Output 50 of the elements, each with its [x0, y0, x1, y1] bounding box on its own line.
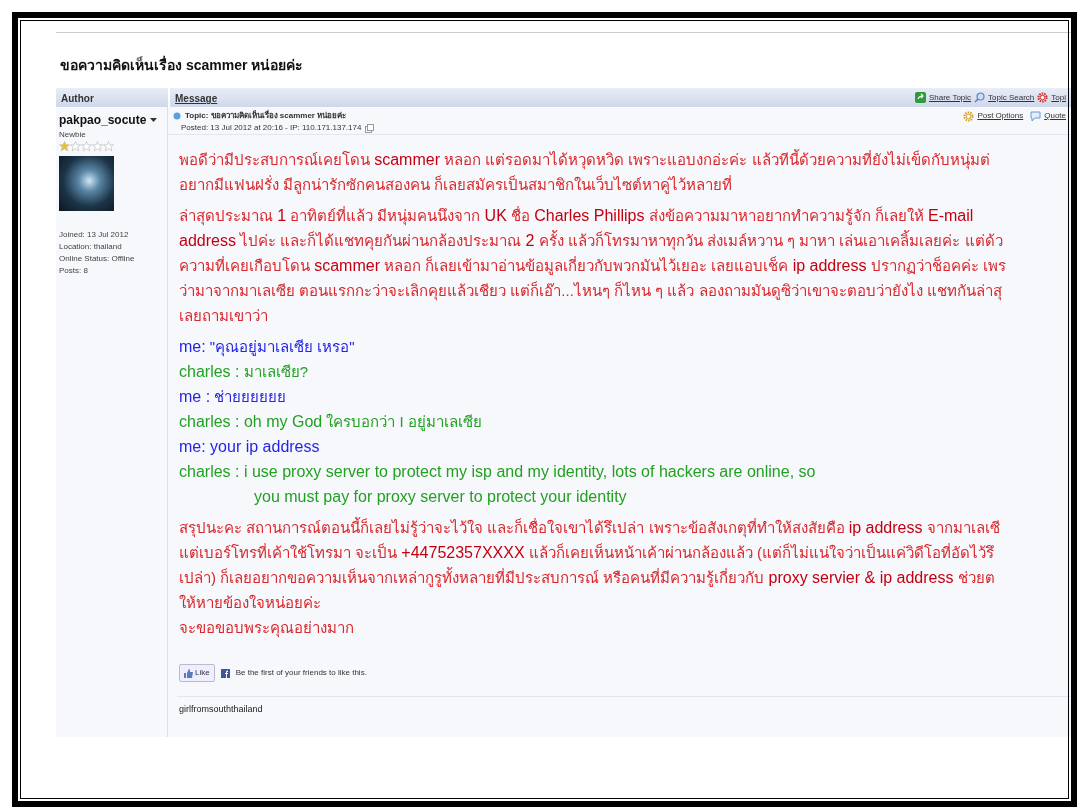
- message-column-heading[interactable]: Message: [175, 91, 218, 104]
- chat-line: me : ช่ายยยยยย: [179, 387, 287, 407]
- avatar-image: [59, 156, 114, 211]
- post-action-link[interactable]: Post Options: [963, 110, 1024, 122]
- author-detail: Posts: 8: [59, 265, 89, 277]
- link-icon[interactable]: [365, 123, 375, 133]
- author-detail: Online Status: Offline: [59, 253, 136, 265]
- author-detail: Joined: 13 Jul 2012: [59, 229, 130, 241]
- post-text-line: เปล่า) ก็เลยอยากขอความเห็นจากเหล่ากูรูทั้งหลายที่มีประสบการณ์ หรือคนที่มีความรู้เกี่ยวกับ proxy servier & ip address ช่วยต: [179, 566, 995, 589]
- speech-bubble-icon: [1030, 110, 1042, 122]
- post-action-link[interactable]: Quote: [1030, 110, 1066, 122]
- signature: girlfromsouththailand: [177, 696, 1071, 717]
- chat-line: me: "คุณอยู่มาเลเซีย เหรอ": [179, 337, 355, 359]
- page-title: ขอความคิดเห็นเรื่อง scammer หน่อยค่ะ: [60, 55, 305, 75]
- author-rank: Newbie: [59, 129, 87, 141]
- topic-action-link[interactable]: Topic Search: [974, 91, 1035, 104]
- post-text-line: ให้หายข้องใจหน่อยค่ะ: [179, 593, 321, 613]
- thumbs-up-icon: [184, 668, 193, 678]
- post-text-line: ความที่เคยเกือบโดน scammer หลอก ก็เลยเข้ามาอ่านข้อมูลเกี่ยวกับพวกมันไว้เยอะ เลยแอบเช็ค ip address ปรากฏว่าช็อคค่ะ เพร: [179, 255, 1006, 277]
- f-logo-icon: [220, 668, 230, 678]
- chat-line: charles : oh my God ใครบอกว่า I อยู่มาเลเซีย: [179, 412, 482, 433]
- chat-line: charles : มาเลเซีย?: [179, 362, 308, 382]
- topic-action-link[interactable]: Share Topic: [914, 91, 972, 104]
- post-text-line: อยากมีแฟนฝรั่ง มีลูกน่ารักซักคนสองคน ก็เลยสมัครเป็นสมาชิกในเว็บไซต์หาคู่ไว้หลายที่: [179, 174, 733, 196]
- author-column-heading: Author: [61, 93, 94, 104]
- chat-line: charles : i use proxy server to protect my isp and my identity, lots of hackers are online, so: [179, 462, 816, 482]
- author-name[interactable]: pakpao_socute: [59, 111, 147, 129]
- posted-info: Posted: 13 Jul 2012 at 20:16 - IP: 110.171.137.174: [181, 122, 362, 134]
- filled-star-icon: [59, 141, 70, 152]
- like-prompt: Be the first of your friends to like this.: [235, 667, 367, 679]
- post-text-line: แต่เบอร์โทรที่เค้าใช้โทรมา จะเป็น +44752357XXXX แล้วก็เคยเห็นหน้าเค้าผ่านกล้องแล้ว (แต่ก็ไม่แน่ใจว่าเป็นแค่วิดีโอที่อัดไว้รึ: [179, 542, 994, 563]
- post-text-line: จะขอขอบพระคุณอย่างมาก: [179, 618, 354, 640]
- post-text-line: สรุปนะคะ สถานการณ์ตอนนี้ก็เลยไม่รู้ว่าจะไว้ใจ และก็เชื่อใจเขาได้รึเปล่า เพราะข้อสังเกตุที่ทำให้สงสัยคือ ip address จากมาเลเซี: [179, 516, 1000, 540]
- author-detail: Location: thailand: [59, 241, 123, 253]
- topic-action-link[interactable]: Topi: [1037, 91, 1066, 104]
- post-text-line: ล่าสุดประมาณ 1 อาทิตย์ที่แล้ว มีหนุ่มคนนึงจาก UK ชื่อ Charles Phillips ส่งข้อความมาหาอยากทำความรู้จัก ก็เลยให้ E-mail: [179, 205, 974, 228]
- post-text-line: address ไปค่ะ และก็ได้แชทคุยกันผ่านกล้องประมาณ 2 ครั้ง แล้วก็โทรมาหาทุกวัน ส่งเมล์หวาน ๆ มาหา เล่นเอาเคลิ้มเลยค่ะ แต่ด้ว: [179, 229, 1003, 253]
- post-text-line: เลยถามเขาว่า: [179, 306, 268, 326]
- topic-title: Topic: ขอความคิดเห็นเรื่อง scammer หน่อยค่ะ: [185, 110, 347, 122]
- post-text-line: พอดีว่ามีประสบการณ์เคยโดน scammer หลอก แต่รอดมาได้หวุดหวิด เพราะแอบงกอ่ะค่ะ แล้วทีนี้ด้วยความที่ยังไม่เข็ดกับหนุ่มต่: [179, 148, 990, 172]
- caret-icon[interactable]: [150, 117, 158, 123]
- bullet-icon: [173, 112, 181, 120]
- like-button[interactable]: Like: [179, 664, 215, 682]
- chat-line: you must pay for proxy server to protect your identity: [253, 487, 627, 507]
- gear-icon: [963, 110, 975, 122]
- post-text-line: ว่ามาจากมาเลเซีย ตอนแรกกะว่าจะเลิกคุยแล้วเชียว แต่ก็เอ๊า...ไหนๆ ก็ไหน ๆ แล้ว ลองถามมันดูซิว่าเขาจะตอบว่ายังไง แชทกันล่าสุ: [179, 280, 1002, 303]
- gear-icon: [1037, 92, 1049, 103]
- search-icon: [974, 92, 986, 103]
- share-icon: [914, 92, 926, 103]
- chat-line: me: your ip address: [179, 437, 320, 457]
